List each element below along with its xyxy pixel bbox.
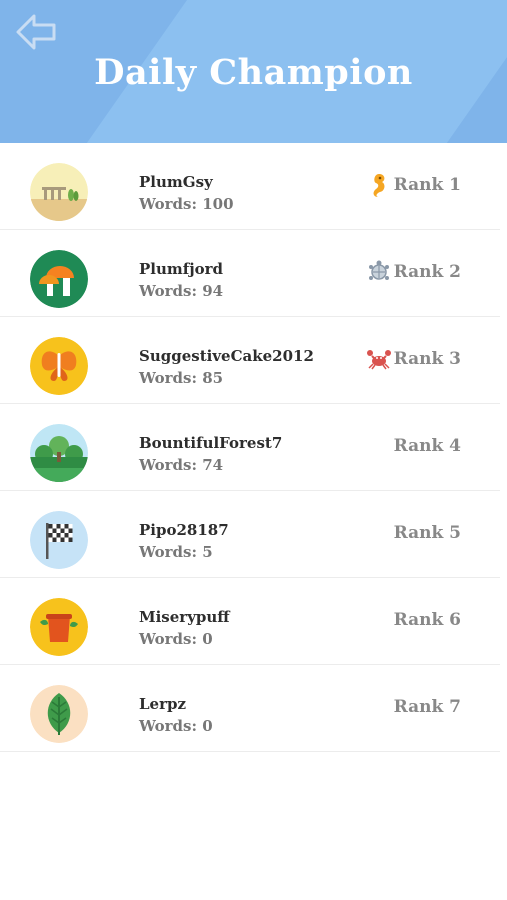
seahorse-icon bbox=[365, 171, 393, 199]
player-rank: Rank 7 bbox=[393, 697, 461, 717]
player-name: Pipo28187 bbox=[139, 521, 229, 539]
leaderboard-row[interactable]: BountifulForest7 Words: 74 Rank 4 bbox=[0, 404, 500, 491]
leaderboard-row[interactable]: Miserypuff Words: 0 Rank 6 bbox=[0, 578, 500, 665]
player-words: Words: 5 bbox=[139, 543, 213, 561]
player-rank: Rank 1 bbox=[393, 175, 461, 195]
flag-avatar bbox=[30, 511, 88, 569]
turtle-icon bbox=[365, 258, 393, 286]
butterfly-avatar bbox=[30, 337, 88, 395]
leaderboard-row[interactable]: Plumfjord Words: 94 Rank 2 bbox=[0, 230, 500, 317]
stump-avatar bbox=[30, 598, 88, 656]
player-rank: Rank 2 bbox=[393, 262, 461, 282]
leaderboard-list: PlumGsy Words: 100 Rank 1 Plumfjord Word… bbox=[0, 143, 507, 752]
leaderboard-row[interactable]: Lerpz Words: 0 Rank 7 bbox=[0, 665, 500, 752]
leaf-avatar bbox=[30, 685, 88, 743]
player-name: Lerpz bbox=[139, 695, 186, 713]
leaderboard-row[interactable]: PlumGsy Words: 100 Rank 1 bbox=[0, 143, 500, 230]
player-rank: Rank 3 bbox=[393, 349, 461, 369]
forest-avatar bbox=[30, 424, 88, 482]
player-name: Plumfjord bbox=[139, 260, 224, 278]
player-words: Words: 94 bbox=[139, 282, 224, 300]
player-name: PlumGsy bbox=[139, 173, 213, 191]
back-arrow-icon[interactable] bbox=[14, 10, 58, 54]
player-words: Words: 0 bbox=[139, 630, 213, 648]
player-rank: Rank 5 bbox=[393, 523, 461, 543]
player-rank: Rank 6 bbox=[393, 610, 461, 630]
player-words: Words: 85 bbox=[139, 369, 224, 387]
player-words: Words: 0 bbox=[139, 717, 213, 735]
header-bar: Daily Champion bbox=[0, 0, 507, 143]
ruins-avatar bbox=[30, 163, 88, 221]
player-words: Words: 74 bbox=[139, 456, 224, 474]
player-name: SuggestiveCake2012 bbox=[139, 347, 314, 365]
leaderboard-row[interactable]: SuggestiveCake2012 Words: 85 Rank 3 bbox=[0, 317, 500, 404]
page-title: Daily Champion bbox=[94, 52, 413, 93]
mushroom-avatar bbox=[30, 250, 88, 308]
player-name: Miserypuff bbox=[139, 608, 230, 626]
player-words: Words: 100 bbox=[139, 195, 234, 213]
crab-icon bbox=[365, 345, 393, 373]
player-name: BountifulForest7 bbox=[139, 434, 283, 452]
leaderboard-row[interactable]: Pipo28187 Words: 5 Rank 5 bbox=[0, 491, 500, 578]
player-rank: Rank 4 bbox=[393, 436, 461, 456]
